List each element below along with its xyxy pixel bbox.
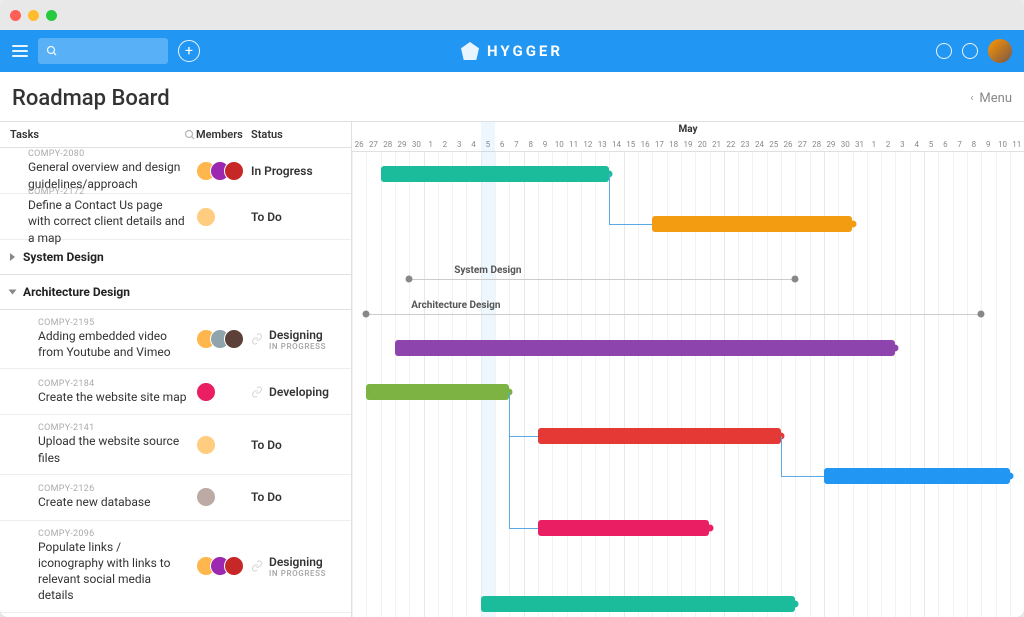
menu-icon[interactable] [12, 45, 28, 57]
today-marker [481, 122, 495, 617]
table-row[interactable]: COMPY-2184Create the website site map De… [0, 369, 351, 415]
top-nav: + HYGGER [0, 30, 1024, 72]
table-row[interactable]: COMPY-2126Create new database To Do [0, 475, 351, 521]
link-icon [251, 333, 263, 345]
timeline-header: May 262728293012345678910111213141516171… [352, 122, 1024, 152]
gantt-bar[interactable] [366, 384, 509, 400]
table-row[interactable]: COMPY-2195Adding embedded video from You… [0, 310, 351, 369]
gantt-bar[interactable] [652, 216, 852, 232]
gantt-bar[interactable] [538, 428, 781, 444]
group-architecture-design[interactable]: Architecture Design [0, 275, 351, 310]
brand-logo: HYGGER [461, 42, 563, 60]
page-title: Roadmap Board [12, 86, 170, 111]
gantt-bar[interactable] [395, 340, 896, 356]
group-system-design[interactable]: System Design [0, 240, 351, 275]
table-row[interactable]: COMPY-2096Populate links / iconography w… [0, 521, 351, 613]
col-status-label: Status [251, 128, 341, 141]
chevron-right-icon [10, 253, 15, 261]
help-icon[interactable] [962, 43, 978, 59]
table-row[interactable]: COMPY-2141Upload the website source file… [0, 415, 351, 474]
global-search-input[interactable] [38, 38, 168, 64]
user-avatar[interactable] [988, 39, 1012, 63]
gantt-bar[interactable] [381, 166, 610, 182]
gantt-timeline[interactable]: May 262728293012345678910111213141516171… [352, 122, 1024, 617]
task-list-panel: Tasks Members Status COMPY-2080 General … [0, 122, 352, 617]
window-max-button[interactable] [46, 10, 57, 21]
chevron-down-icon [9, 290, 17, 295]
link-icon [251, 386, 263, 398]
add-button[interactable]: + [178, 40, 200, 62]
col-members-label: Members [196, 128, 251, 141]
col-tasks-label: Tasks [10, 128, 39, 141]
gantt-bar[interactable] [481, 596, 796, 612]
table-row[interactable]: COMPY-2172 Define a Contact Us page with… [0, 194, 351, 240]
gantt-bar[interactable] [824, 468, 1010, 484]
window-min-button[interactable] [28, 10, 39, 21]
gantt-bar[interactable] [538, 520, 710, 536]
task-search-icon[interactable] [184, 129, 196, 141]
clock-icon[interactable] [936, 43, 952, 59]
add-task-button[interactable]: +Add Task [0, 613, 351, 617]
link-icon [251, 560, 263, 572]
window-close-button[interactable] [10, 10, 21, 21]
window-titlebar [0, 0, 1024, 30]
column-headers: Tasks Members Status [0, 122, 351, 148]
page-header: Roadmap Board ‹Menu [0, 72, 1024, 122]
board-menu-button[interactable]: ‹Menu [970, 91, 1012, 106]
